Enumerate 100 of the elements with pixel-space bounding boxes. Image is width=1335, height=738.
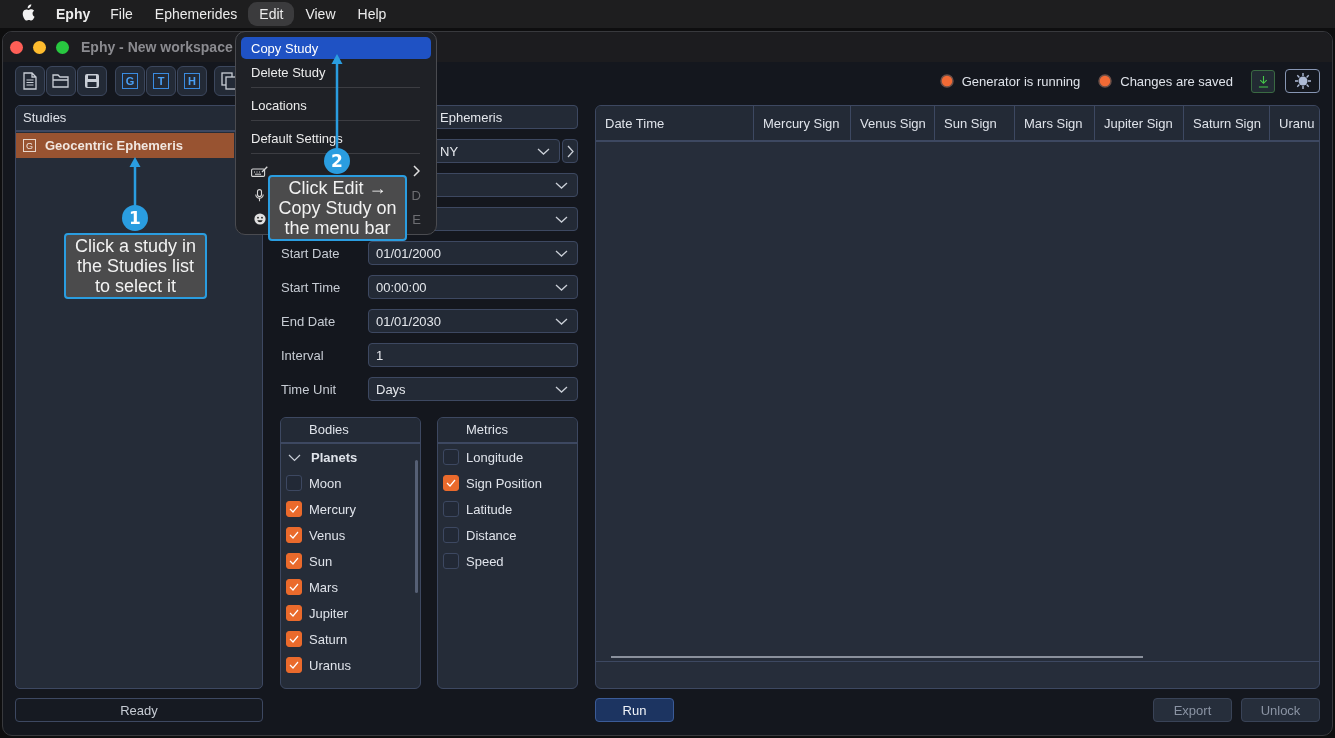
field-label: Time Unit [280, 381, 338, 397]
window-title: Ephy - New workspace [81, 39, 233, 55]
check-icon [289, 531, 299, 539]
chevron-right-icon[interactable] [413, 165, 420, 177]
text-field[interactable]: 1 [368, 343, 578, 367]
checkbox[interactable] [286, 657, 302, 673]
smiley-icon[interactable] [254, 213, 266, 225]
keyboard-pen-icon[interactable] [251, 165, 268, 177]
action-button[interactable]: Run [595, 698, 674, 722]
callout-arrow [129, 157, 141, 206]
copy-icon [221, 72, 237, 90]
download-icon [1257, 74, 1269, 88]
column-header: Mercury Sign [754, 106, 851, 140]
instruction-callout: Click Edit → Copy Study on the menu bar [268, 175, 407, 241]
checkbox[interactable] [443, 553, 459, 569]
microphone-icon[interactable] [255, 188, 264, 202]
menu-bar-item[interactable]: Ephemerides [143, 2, 249, 26]
menu-item[interactable]: Delete Study [241, 61, 431, 83]
dropdown-field[interactable]: 00:00:00 [368, 275, 578, 299]
chevron-right-icon [566, 144, 574, 158]
column-header: Uranu [1278, 114, 1316, 133]
checkbox[interactable] [443, 475, 459, 491]
document-icon [23, 72, 37, 90]
dropdown-field[interactable]: 01/01/2000 [368, 241, 578, 265]
chevron-down-icon [555, 385, 568, 393]
sun-icon [1293, 72, 1312, 90]
checkbox[interactable] [286, 501, 302, 517]
checkbox-label: Distance [466, 527, 517, 543]
field-label: Start Time [280, 279, 342, 295]
menu-bar-item[interactable]: Help [346, 2, 398, 26]
menu-bar-item[interactable]: Edit [248, 2, 295, 26]
study-type-button[interactable]: G [115, 66, 145, 96]
checkbox-label: Latitude [466, 501, 513, 517]
checkbox[interactable] [286, 527, 302, 543]
chevron-down-icon [555, 317, 568, 325]
column-header: Date Time [596, 106, 754, 140]
next-button[interactable] [562, 139, 578, 163]
checkbox[interactable] [443, 449, 459, 465]
checkbox[interactable] [286, 579, 302, 595]
theme-button[interactable] [1285, 69, 1320, 93]
scrollbar-thumb[interactable] [611, 656, 1143, 658]
scrollbar-thumb[interactable] [415, 460, 418, 593]
checkbox-label: Venus [309, 527, 346, 543]
menu-bar-item[interactable]: View [294, 2, 347, 26]
checkbox-label: Sun [309, 553, 333, 569]
app-menu[interactable]: Ephy [56, 6, 91, 22]
dropdown-field[interactable]: 01/01/2030 [368, 309, 578, 333]
field-label: Interval [280, 347, 325, 363]
status-bar: Ready [15, 698, 263, 722]
check-icon [289, 661, 299, 669]
check-icon [289, 609, 299, 617]
column-header: Jupiter Sign [1095, 106, 1184, 140]
instruction-callout: Click a study in the Studies list to select it [64, 233, 207, 299]
column-header: Venus Sign [851, 106, 935, 140]
status-label: Changes are saved [1120, 73, 1233, 89]
check-icon [289, 505, 299, 513]
chevron-down-icon [555, 283, 568, 291]
dropdown-field[interactable]: Days [368, 377, 578, 401]
menu-bar-item[interactable]: File [99, 2, 144, 26]
field-label: End Date [280, 313, 337, 329]
checkbox-label: Saturn [309, 631, 348, 647]
save-button[interactable] [77, 66, 107, 96]
checkbox[interactable] [443, 501, 459, 517]
study-type-button[interactable]: T [146, 66, 176, 96]
download-button[interactable] [1251, 69, 1275, 93]
column-header: Mars Sign [1015, 106, 1095, 140]
shortcut-hint: E [412, 211, 421, 227]
checkbox[interactable] [286, 631, 302, 647]
chevron-down-icon [537, 147, 550, 155]
check-icon [446, 479, 456, 487]
open-button[interactable] [46, 66, 76, 96]
checkbox[interactable] [286, 553, 302, 569]
checkbox-label: Uranus [309, 657, 351, 673]
folder-icon [52, 74, 70, 88]
shortcut-hint: D [411, 187, 421, 203]
bodies-header: Bodies [281, 418, 420, 444]
group-label[interactable]: Planets [311, 449, 358, 465]
minimize-icon[interactable] [33, 40, 46, 54]
study-type-button[interactable]: H [177, 66, 207, 96]
checkbox-label: Sign Position [466, 475, 542, 491]
checkbox-label: Moon [309, 475, 342, 491]
checkbox-label: Mercury [309, 501, 356, 517]
apple-icon[interactable] [20, 4, 35, 22]
check-icon [289, 635, 299, 643]
checkbox[interactable] [443, 527, 459, 543]
menu-item[interactable]: Copy Study [241, 37, 431, 59]
column-header: Saturn Sign [1184, 106, 1270, 140]
checkbox-label: Jupiter [309, 605, 349, 621]
column-header: Sun Sign [935, 106, 1015, 140]
study-list-item[interactable]: G Geocentric Ephemeris [16, 133, 234, 158]
checkbox-label: Speed [466, 553, 504, 569]
status-label: Generator is running [961, 73, 1081, 89]
check-icon [289, 583, 299, 591]
chevron-down-icon [555, 249, 568, 257]
chevron-down-icon [555, 181, 568, 189]
maximize-icon[interactable] [56, 40, 69, 54]
new-file-button[interactable] [15, 66, 45, 96]
checkbox[interactable] [286, 605, 302, 621]
checkbox[interactable] [286, 475, 302, 491]
close-icon[interactable] [10, 40, 23, 54]
